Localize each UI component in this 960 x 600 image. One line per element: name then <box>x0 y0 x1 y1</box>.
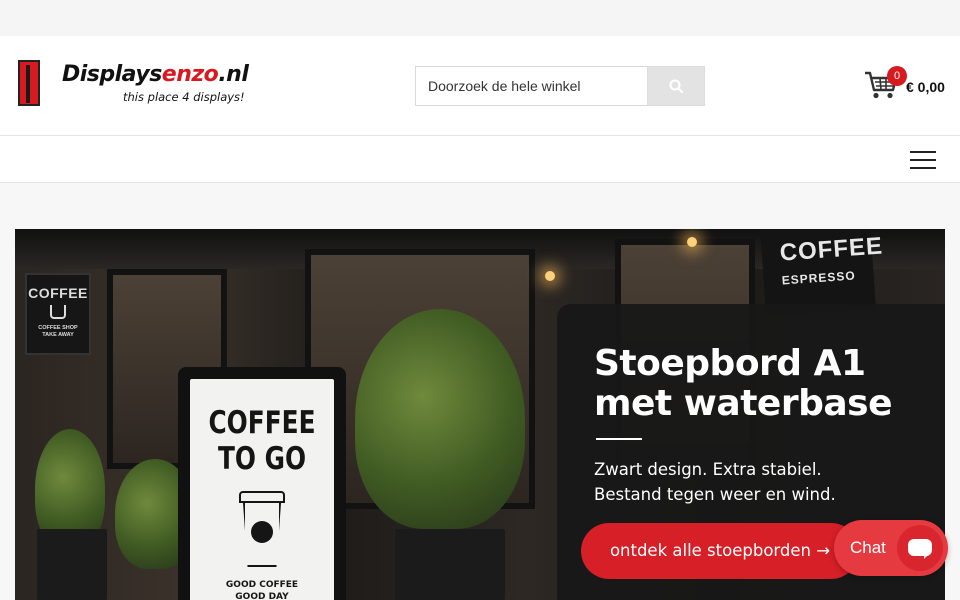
hero-sidewalk-board: COFFEE TO GO GOOD COFFEE GOOD DAY <box>178 367 346 600</box>
site-header: Displaysenzo.nl this place 4 displays! 0… <box>0 36 960 136</box>
chat-button[interactable]: Chat <box>834 520 948 576</box>
cart-total: € 0,00 <box>906 79 945 95</box>
chat-label: Chat <box>850 538 886 557</box>
hero-divider <box>596 438 642 440</box>
hero-lamp <box>545 271 555 281</box>
hero-hanging-sign: COFFEE COFFEE SHOP TAKE AWAY <box>25 273 91 355</box>
hero-pot <box>395 529 505 600</box>
logo-mark-icon <box>18 60 40 106</box>
hero-lamp <box>687 237 697 247</box>
hero-title: Stoepbord A1 met waterbase <box>594 343 893 424</box>
cart-button[interactable]: 0 € 0,00 <box>862 66 952 106</box>
search-icon <box>669 79 684 94</box>
chat-bubble-icon <box>897 525 943 571</box>
cart-count-badge: 0 <box>887 66 907 86</box>
search-bar <box>415 66 705 106</box>
coffee-cup-icon <box>239 491 285 569</box>
hamburger-menu-icon[interactable] <box>904 148 942 172</box>
hero-plant <box>355 309 525 529</box>
hero-banner[interactable]: COFFEE COFFEE SHOP TAKE AWAY COFFEE ESPR… <box>15 229 945 600</box>
site-logo[interactable]: Displaysenzo.nl this place 4 displays! <box>16 58 266 114</box>
hero-pot <box>37 529 107 600</box>
search-input[interactable] <box>415 66 648 106</box>
logo-tagline: this place 4 displays! <box>123 90 245 104</box>
hero-subtitle: Zwart design. Extra stabiel. Bestand teg… <box>594 460 836 504</box>
top-bar <box>0 0 960 36</box>
logo-name: Displaysenzo.nl <box>62 62 249 87</box>
discover-sidewalk-boards-button[interactable]: ontdek alle stoepborden → <box>581 523 859 579</box>
main-nav-bar <box>0 136 960 183</box>
search-button[interactable] <box>647 66 705 106</box>
